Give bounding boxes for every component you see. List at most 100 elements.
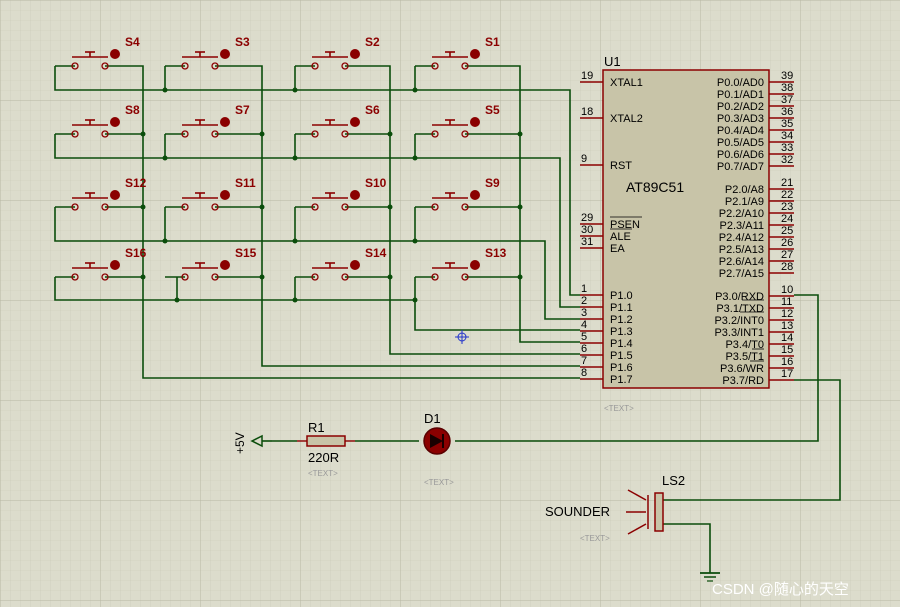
- switch-label: S10: [365, 176, 387, 190]
- wire-junction: [292, 238, 298, 244]
- wire-junction: [259, 274, 265, 280]
- chip-pin-number: 7: [581, 355, 587, 367]
- chip-pin-name: P1.0: [610, 290, 633, 302]
- chip-pin-name: RST: [610, 160, 632, 172]
- chip-pin-number: 24: [781, 213, 793, 225]
- wire-junction: [292, 155, 298, 161]
- chip-pin-number: 14: [781, 332, 793, 344]
- chip-pin-number: 26: [781, 237, 793, 249]
- wire-junction: [292, 297, 298, 303]
- wire-junction: [140, 131, 146, 137]
- chip-ref: U1: [604, 54, 621, 69]
- chip-right-pins: 39 P0.0/AD0 38 P0.1/AD1 37 P0.2/AD2 36 P0.3/AD3…: [714, 70, 794, 387]
- chip-pin-name: P1.2: [610, 314, 633, 326]
- chip-pin-name: P0.3/AD3: [717, 113, 764, 125]
- chip-pin-number: 36: [781, 106, 793, 118]
- wire-junction: [292, 87, 298, 93]
- chip-pin-name: P2.3/A11: [720, 220, 764, 232]
- chip-pin-number: 37: [781, 94, 793, 106]
- resistor-text-placeholder: <TEXT>: [308, 469, 338, 478]
- switch-label: S6: [365, 103, 380, 117]
- switch-label: S13: [485, 246, 507, 260]
- chip-pin-number: 30: [581, 224, 593, 236]
- wire-junction: [162, 155, 168, 161]
- chip-pin-number: 11: [781, 296, 792, 308]
- chip-pin-name: P3.1/TXD: [716, 303, 764, 315]
- switch-label: S1: [485, 35, 500, 49]
- switch-indicator-icon: [220, 117, 230, 127]
- chip-pin-name: P1.7: [610, 374, 633, 386]
- chip-pin-name: P1.6: [610, 362, 633, 374]
- chip-pin-name: P2.7/A15: [719, 268, 764, 280]
- chip-pin-number: 32: [781, 154, 793, 166]
- chip-pin-number: 25: [781, 225, 793, 237]
- chip-pin-name: P2.2/A10: [719, 208, 764, 220]
- microcontroller-u1[interactable]: U1 AT89C51 <TEXT> 19XTAL118XTAL29RST29PS…: [580, 54, 794, 413]
- wire-junction: [517, 274, 523, 280]
- chip-pin-number: 31: [581, 236, 593, 248]
- chip-pin-number: 16: [781, 356, 793, 368]
- switch-label: S14: [365, 246, 387, 260]
- chip-pin-name: P0.4/AD4: [717, 125, 764, 137]
- chip-pin-number: 28: [781, 261, 793, 273]
- switch-label: S3: [235, 35, 250, 49]
- chip-pin-name: P2.0/A8: [725, 184, 764, 196]
- watermark: CSDN @随心的天空: [712, 581, 849, 598]
- switch-indicator-icon: [110, 260, 120, 270]
- led-ref: D1: [424, 411, 441, 426]
- switch-label: S12: [125, 176, 147, 190]
- schematic-canvas[interactable]: S4 S3 S2 S1S8 S7 S6 S5S12 S11 S10 S9S16 S15 S14 S13 …: [0, 0, 900, 607]
- chip-pin-number: 35: [781, 118, 793, 130]
- chip-pin-number: 6: [581, 343, 587, 355]
- chip-pin-name: ALE: [610, 231, 631, 243]
- power-label: +5V: [233, 432, 247, 454]
- wire-junction: [259, 204, 265, 210]
- chip-pin-name: P1.3: [610, 326, 633, 338]
- chip-pin-number: 39: [781, 70, 793, 82]
- chip-pin-number: 38: [781, 82, 793, 94]
- chip-pin-name: P0.7/AD7: [717, 161, 764, 173]
- wire-junction: [387, 204, 393, 210]
- switch-label: S5: [485, 103, 500, 117]
- wire-junction: [259, 131, 265, 137]
- chip-pin-name: XTAL2: [610, 113, 643, 125]
- chip-pin-name: P3.7/RD: [722, 375, 764, 387]
- switch-indicator-icon: [470, 117, 480, 127]
- chip-pin-name: P1.5: [610, 350, 633, 362]
- wire-junction: [140, 274, 146, 280]
- chip-pin-name: XTAL1: [610, 77, 643, 89]
- wire-junction: [162, 87, 168, 93]
- switch-label: S15: [235, 246, 257, 260]
- chip-pin-name: P3.0/RXD: [715, 291, 764, 303]
- chip-pin-name: P0.2/AD2: [717, 101, 764, 113]
- chip-pin-number: 2: [581, 295, 587, 307]
- wire-junction: [140, 204, 146, 210]
- chip-pin-number: 8: [581, 367, 587, 379]
- chip-pin-number: 5: [581, 331, 587, 343]
- switch-indicator-icon: [350, 190, 360, 200]
- wire-junction: [412, 155, 418, 161]
- wire-junction: [412, 238, 418, 244]
- wire-junction: [162, 238, 168, 244]
- switch-indicator-icon: [110, 117, 120, 127]
- chip-pin-name: P3.3/INT1: [714, 327, 764, 339]
- switch-indicator-icon: [220, 49, 230, 59]
- chip-pin-name: P2.5/A13: [719, 244, 764, 256]
- wire-junction: [517, 131, 523, 137]
- chip-pin-name: P3.6/WR: [720, 363, 764, 375]
- chip-pin-number: 22: [781, 189, 793, 201]
- sounder-body: [654, 492, 664, 532]
- switch-indicator-icon: [470, 260, 480, 270]
- chip-text-placeholder: <TEXT>: [604, 404, 634, 413]
- chip-pin-number: 1: [581, 283, 587, 295]
- chip-pin-name: P0.1/AD1: [717, 89, 764, 101]
- chip-pin-name: EA: [610, 243, 625, 255]
- chip-pin-number: 18: [581, 106, 593, 118]
- chip-name: AT89C51: [626, 179, 684, 195]
- chip-pin-number: 19: [581, 70, 593, 82]
- chip-pin-number: 33: [781, 142, 793, 154]
- switch-label: S7: [235, 103, 250, 117]
- chip-pin-number: 9: [581, 153, 587, 165]
- chip-pin-number: 10: [781, 284, 793, 296]
- switch-indicator-icon: [110, 49, 120, 59]
